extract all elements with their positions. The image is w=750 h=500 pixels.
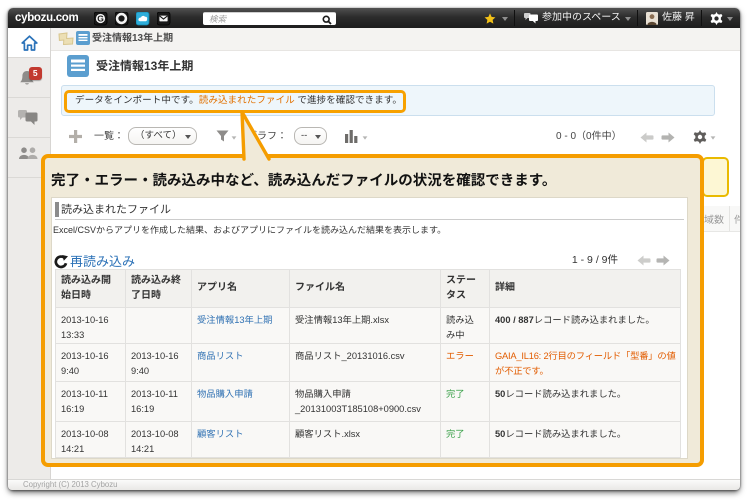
svg-text:G: G <box>97 14 104 24</box>
